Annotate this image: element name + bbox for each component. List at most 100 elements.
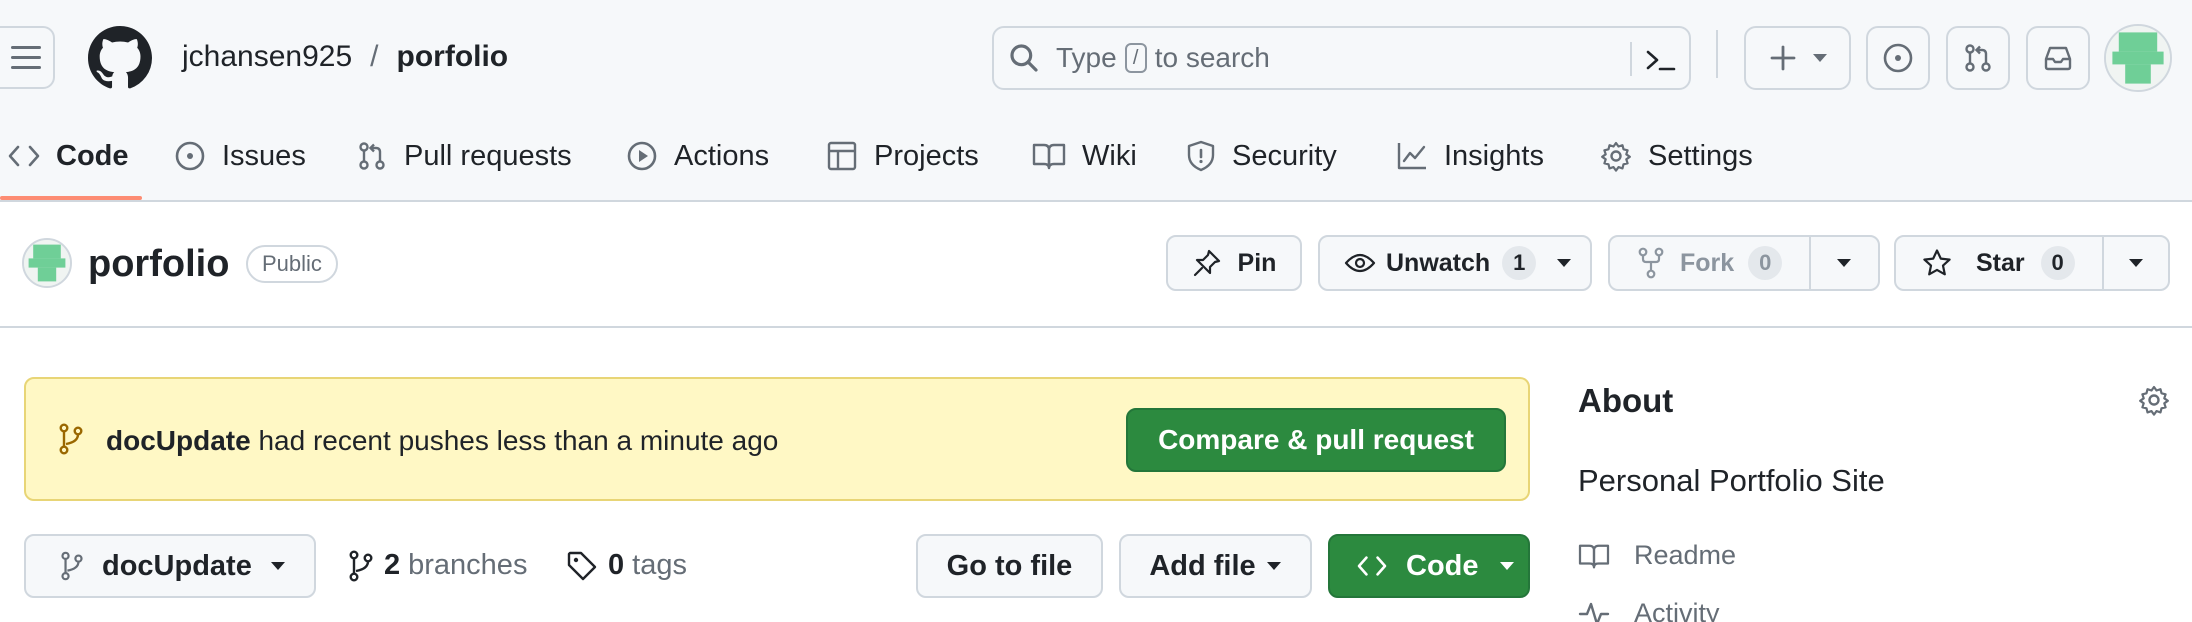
tab-issues[interactable]: Issues <box>174 120 306 192</box>
repo-title[interactable]: porfolio <box>88 243 229 286</box>
star-button-group: Star 0 <box>1894 235 2170 291</box>
git-branch-icon <box>348 550 374 582</box>
gear-icon <box>1600 140 1632 172</box>
tab-actions-label: Actions <box>674 139 770 172</box>
tab-insights[interactable]: Insights <box>1396 120 1544 192</box>
branches-count: 2 <box>384 549 401 581</box>
plus-icon <box>1768 43 1798 73</box>
hamburger-icon <box>10 44 43 72</box>
chevron-down-icon <box>1556 258 1572 268</box>
chevron-down-icon <box>1836 258 1852 268</box>
shield-icon <box>1186 140 1216 172</box>
pin-button[interactable]: Pin <box>1166 235 1302 291</box>
chevron-down-icon <box>1266 561 1282 571</box>
tab-security-label: Security <box>1232 139 1337 172</box>
recent-push-banner: docUpdate had recent pushes less than a … <box>24 377 1530 501</box>
tags-count: 0 <box>608 549 625 581</box>
branch-select-button[interactable]: docUpdate <box>24 534 316 598</box>
repo-description: Personal Portfolio Site <box>1578 463 1885 498</box>
book-icon <box>1578 542 1610 570</box>
repo-owner-avatar[interactable] <box>22 238 72 288</box>
tab-pull-requests-label: Pull requests <box>404 139 572 172</box>
activity-link[interactable]: Activity <box>1578 598 1720 622</box>
branches-link[interactable]: 2 branches <box>348 549 527 582</box>
fork-button-group: Fork 0 <box>1608 235 1880 291</box>
inbox-button[interactable] <box>2026 26 2090 90</box>
tab-code[interactable]: Code <box>8 120 129 192</box>
unwatch-button[interactable]: Unwatch 1 <box>1318 235 1592 291</box>
tab-settings-label: Settings <box>1648 139 1753 172</box>
tags-link[interactable]: 0 tags <box>566 549 687 582</box>
title-divider <box>0 326 2192 328</box>
menu-button[interactable] <box>0 26 55 89</box>
play-icon <box>626 140 658 172</box>
banner-text: docUpdate had recent pushes less than a … <box>106 425 778 457</box>
breadcrumb: jchansen925 / porfolio <box>182 40 508 74</box>
search-icon <box>1008 42 1040 74</box>
tab-actions[interactable]: Actions <box>626 120 769 192</box>
fork-dropdown-button[interactable] <box>1811 237 1878 289</box>
fork-icon <box>1638 247 1664 279</box>
gear-icon[interactable] <box>2138 384 2170 416</box>
tab-wiki[interactable]: Wiki <box>1032 120 1137 192</box>
create-new-button[interactable] <box>1744 26 1851 90</box>
star-button[interactable]: Star 0 <box>1896 237 2104 289</box>
tags-label: tags <box>632 549 687 581</box>
tab-pull-requests[interactable]: Pull requests <box>356 120 572 192</box>
fork-count: 0 <box>1748 246 1783 280</box>
issue-icon <box>174 140 206 172</box>
global-header: jchansen925 / porfolio Type / to search <box>0 0 2192 202</box>
about-heading: About <box>1578 382 1674 419</box>
fork-label: Fork <box>1680 248 1735 277</box>
banner-branch[interactable]: docUpdate <box>106 425 251 456</box>
breadcrumb-owner[interactable]: jchansen925 <box>182 40 352 74</box>
tab-security[interactable]: Security <box>1186 120 1337 192</box>
chevron-down-icon <box>270 561 286 571</box>
star-count: 0 <box>2040 246 2075 280</box>
issues-button[interactable] <box>1866 26 1930 90</box>
pull-request-icon <box>356 140 388 172</box>
star-dropdown-button[interactable] <box>2104 237 2168 289</box>
tab-settings[interactable]: Settings <box>1600 120 1753 192</box>
eye-icon <box>1344 251 1376 275</box>
user-avatar[interactable] <box>2104 24 2172 92</box>
header-divider <box>1716 30 1718 78</box>
compare-pull-request-button[interactable]: Compare & pull request <box>1126 408 1506 472</box>
chevron-down-icon <box>1812 53 1828 63</box>
chevron-down-icon <box>1499 561 1515 571</box>
tab-projects-label: Projects <box>874 139 979 172</box>
pull-requests-button[interactable] <box>1946 26 2010 90</box>
command-palette-icon[interactable] <box>1644 44 1678 76</box>
fork-button[interactable]: Fork 0 <box>1610 237 1811 289</box>
current-branch-label: docUpdate <box>102 549 252 582</box>
pin-icon <box>1192 248 1222 278</box>
active-tab-indicator <box>0 196 142 200</box>
branches-label: branches <box>408 549 528 581</box>
github-logo-icon[interactable] <box>88 26 152 90</box>
unwatch-label: Unwatch <box>1386 248 1491 277</box>
chevron-down-icon <box>2128 258 2144 268</box>
search-input[interactable]: Type / to search <box>992 26 1691 90</box>
star-icon <box>1922 248 1952 278</box>
code-button-label: Code <box>1406 549 1479 582</box>
git-branch-icon <box>58 423 84 455</box>
git-branch-icon <box>60 551 84 581</box>
star-label: Star <box>1976 248 2025 277</box>
readme-link[interactable]: Readme <box>1578 540 1736 571</box>
code-dropdown-button[interactable]: Code <box>1328 534 1530 598</box>
breadcrumb-separator: / <box>370 40 379 73</box>
watch-count: 1 <box>1502 246 1537 280</box>
book-icon <box>1032 141 1066 171</box>
breadcrumb-repo[interactable]: porfolio <box>397 40 509 74</box>
tab-issues-label: Issues <box>222 139 306 172</box>
graph-icon <box>1396 141 1428 171</box>
search-placeholder-prefix: Type <box>1056 42 1117 73</box>
go-to-file-button[interactable]: Go to file <box>916 534 1103 598</box>
add-file-button[interactable]: Add file <box>1119 534 1312 598</box>
tab-insights-label: Insights <box>1444 139 1544 172</box>
table-icon <box>826 140 858 172</box>
search-shortcut-key: / <box>1124 43 1147 73</box>
tag-icon <box>566 550 598 582</box>
code-icon <box>1356 553 1388 579</box>
tab-projects[interactable]: Projects <box>826 120 979 192</box>
